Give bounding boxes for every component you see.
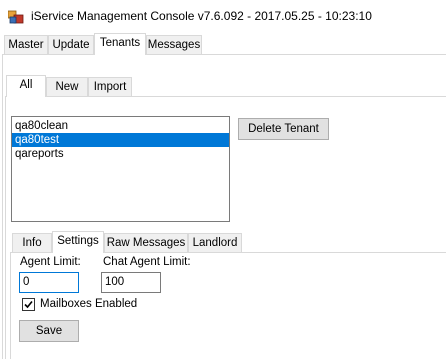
tab-master[interactable]: Master bbox=[4, 35, 48, 55]
mailboxes-enabled-label[interactable]: Mailboxes Enabled bbox=[40, 298, 137, 310]
chat-agent-limit-input[interactable]: 100 bbox=[101, 272, 161, 293]
agent-limit-input[interactable]: 0 bbox=[19, 272, 79, 293]
title-bar: iService Management Console v7.6.092 - 2… bbox=[0, 0, 446, 33]
tab-info[interactable]: Info bbox=[12, 233, 52, 253]
tab-messages[interactable]: Messages bbox=[146, 35, 202, 55]
mailboxes-enabled-checkbox[interactable] bbox=[22, 298, 35, 311]
tab-landlord[interactable]: Landlord bbox=[188, 233, 242, 253]
window-title: iService Management Console v7.6.092 - 2… bbox=[31, 9, 372, 23]
tab-new[interactable]: New bbox=[46, 77, 88, 97]
tab-settings[interactable]: Settings bbox=[52, 231, 104, 253]
tab-all[interactable]: All bbox=[6, 75, 46, 97]
delete-tenant-button[interactable]: Delete Tenant bbox=[238, 118, 329, 140]
agent-limit-label: Agent Limit: bbox=[20, 256, 81, 268]
app-icon bbox=[7, 9, 24, 25]
chat-agent-limit-label: Chat Agent Limit: bbox=[103, 256, 191, 268]
tab-update[interactable]: Update bbox=[48, 35, 94, 55]
checkmark-icon bbox=[24, 300, 33, 309]
tenant-listbox[interactable]: qa80clean qa80test qareports bbox=[11, 116, 230, 222]
list-item[interactable]: qareports bbox=[12, 147, 229, 161]
save-button[interactable]: Save bbox=[19, 320, 79, 342]
tab-tenants[interactable]: Tenants bbox=[94, 33, 146, 55]
tab-raw-messages[interactable]: Raw Messages bbox=[104, 233, 188, 253]
list-item[interactable]: qa80clean bbox=[12, 119, 229, 133]
list-item-selected[interactable]: qa80test bbox=[12, 133, 229, 147]
tab-import[interactable]: Import bbox=[88, 77, 132, 97]
